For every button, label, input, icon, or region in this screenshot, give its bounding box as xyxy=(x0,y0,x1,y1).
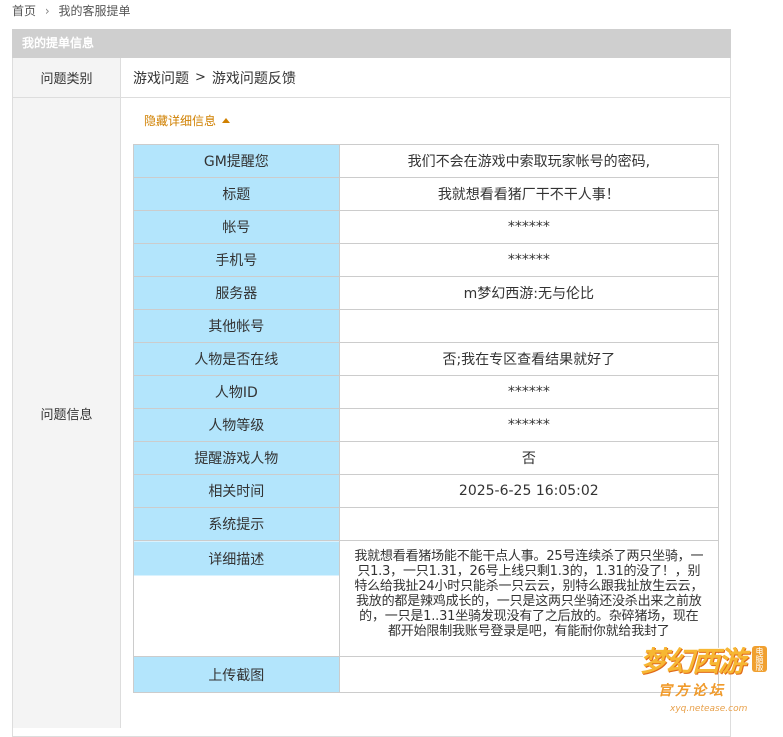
detail-key: 服务器 xyxy=(133,276,340,310)
detail-row: 提醒游戏人物否 xyxy=(133,441,720,475)
detail-row: 标题 我就想看看猪厂干不干人事！ xyxy=(133,177,720,211)
info-row: 问题信息 隐藏详细信息 GM提醒您 我们不会在游戏中索取玩家帐号的密码, 标题 我就… xyxy=(12,97,731,737)
detail-row: 相关时间 2025-6-25 16:05:02 xyxy=(133,474,720,508)
watermark-tag: 电脑版 xyxy=(752,646,767,672)
detail-key: 手机号 xyxy=(133,243,340,277)
detail-value: 我们不会在游戏中索取玩家帐号的密码, xyxy=(338,144,720,178)
category-row: 问题类别 游戏问题 > 游戏问题反馈 xyxy=(12,58,731,98)
detail-value xyxy=(338,507,720,541)
category-label: 问题类别 xyxy=(13,58,121,97)
watermark-url: xyq.netease.com xyxy=(670,704,748,714)
detail-value: ****** xyxy=(338,243,720,277)
detail-value: 否 xyxy=(338,441,720,475)
detail-key: 提醒游戏人物 xyxy=(133,441,340,475)
category-arrow: > xyxy=(195,70,206,85)
detail-row: 人物ID ****** xyxy=(133,375,720,409)
detail-key: 人物ID xyxy=(133,375,340,409)
detail-row: GM提醒您 我们不会在游戏中索取玩家帐号的密码, xyxy=(133,144,720,178)
detail-key: 帐号 xyxy=(133,210,340,244)
breadcrumb: 首页 › 我的客服提单 xyxy=(12,2,131,20)
detail-key: GM提醒您 xyxy=(133,144,340,178)
detail-value: ****** xyxy=(338,408,720,442)
detail-row: 手机号 ****** xyxy=(133,243,720,277)
category-level2: 游戏问题反馈 xyxy=(211,70,296,87)
detail-key: 标题 xyxy=(133,177,340,211)
caret-up-icon xyxy=(222,118,231,123)
detail-key: 人物是否在线 xyxy=(133,342,340,376)
detail-row: 帐号 ****** xyxy=(133,210,720,244)
detail-key: 系统提示 xyxy=(133,507,340,541)
info-label: 问题信息 xyxy=(13,98,121,728)
detail-key: 相关时间 xyxy=(133,474,340,508)
hide-details-toggle[interactable]: 隐藏详细信息 xyxy=(144,112,231,129)
detail-value xyxy=(338,309,720,343)
detail-table: GM提醒您 我们不会在游戏中索取玩家帐号的密码, 标题 我就想看看猪厂干不干人事！ … xyxy=(133,144,720,693)
detail-value: ****** xyxy=(338,375,720,409)
detail-key: 其他帐号 xyxy=(133,309,340,343)
panel-title: 我的提单信息 xyxy=(12,29,731,58)
upload-key: 上传截图 xyxy=(133,656,340,693)
watermark-title: 梦幻西游 xyxy=(640,645,746,678)
forum-watermark-logo: 梦幻西游 电脑版 官方论坛 xyq.netease.com xyxy=(640,640,775,720)
detail-table-body: GM提醒您 我们不会在游戏中索取玩家帐号的密码, 标题 我就想看看猪厂干不干人事！ … xyxy=(133,144,720,693)
detail-row: 人物等级 ****** xyxy=(133,408,720,442)
detail-row: 其他帐号 xyxy=(133,309,720,343)
breadcrumb-current: 我的客服提单 xyxy=(58,4,131,18)
detail-value: ****** xyxy=(338,210,720,244)
description-row: 详细描述 我就想看看猪场能不能干点人事。25号连续杀了两只坐骑，一只1.3，一只… xyxy=(133,540,720,657)
detail-value: m梦幻西游:无与伦比 xyxy=(338,276,720,310)
hide-details-label[interactable]: 隐藏详细信息 xyxy=(144,112,216,129)
detail-key: 人物等级 xyxy=(133,408,340,442)
watermark-subtitle: 官方论坛 xyxy=(658,683,726,699)
category-value: 游戏问题 > 游戏问题反馈 xyxy=(133,58,296,97)
breadcrumb-separator: › xyxy=(44,4,50,18)
upload-row: 上传截图 xyxy=(133,656,720,693)
category-level1: 游戏问题 xyxy=(133,70,189,87)
detail-value: 2025-6-25 16:05:02 xyxy=(338,474,720,508)
detail-value: 否;我在专区查看结果就好了 xyxy=(338,342,720,376)
detail-row: 系统提示 xyxy=(133,507,720,541)
detail-value: 我就想看看猪厂干不干人事！ xyxy=(338,177,720,211)
detail-row: 人物是否在线 否;我在专区查看结果就好了 xyxy=(133,342,720,376)
detail-row: 服务器 m梦幻西游:无与伦比 xyxy=(133,276,720,310)
breadcrumb-home-link[interactable]: 首页 xyxy=(12,4,36,18)
description-key: 详细描述 xyxy=(133,540,340,657)
